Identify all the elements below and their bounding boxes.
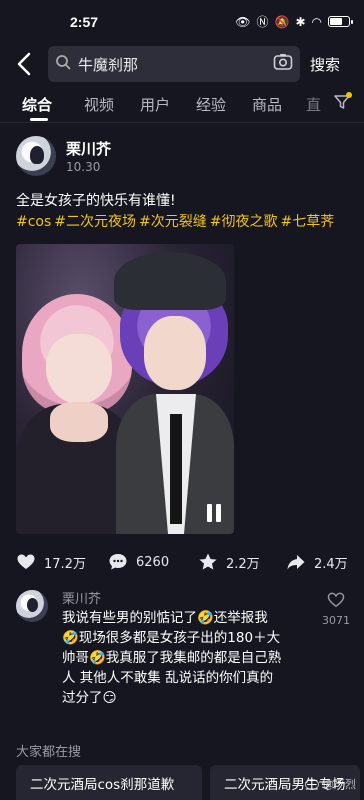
hashtag[interactable]: #次元裂缝 — [139, 214, 207, 230]
avatar[interactable] — [16, 136, 56, 176]
avatar[interactable] — [16, 590, 48, 622]
post-text: 全是女孩子的快乐有谁懂! — [16, 193, 176, 209]
post-hashtags: #cos #二次元夜场 #次元裂缝 #彻夜之歌 #七草荠 — [16, 211, 364, 233]
comment-count: 6260 — [136, 554, 170, 570]
search-icon — [48, 54, 78, 74]
search-row: 牛魔刹那 搜索 — [0, 44, 364, 84]
tab-experience[interactable]: 经验 — [196, 94, 226, 115]
back-button[interactable] — [14, 50, 40, 78]
divider — [0, 122, 364, 123]
watermark-text: @严烈 — [323, 778, 356, 791]
eye-icon: 👁 — [235, 14, 251, 29]
pause-icon[interactable] — [206, 504, 222, 522]
tab-video[interactable]: 视频 — [84, 94, 114, 115]
related-searches-title: 大家都在搜 — [16, 745, 82, 760]
post-date: 10.30 — [66, 160, 101, 174]
comment-line: 🤣现场很多都是女孩子出的180＋大 — [62, 630, 281, 646]
bluetooth-icon: ✱ — [295, 14, 306, 29]
hashtag[interactable]: #二次元夜场 — [54, 214, 136, 230]
like-button[interactable]: 17.2万 — [16, 552, 86, 572]
status-bar: 2:57 👁 Ⓝ 🔕 ✱ ◠ — [0, 0, 364, 42]
comment-like-button[interactable]: 3071 — [316, 592, 356, 627]
comment-line: 人 其他人不敢集 乱说话的你们真的 — [62, 670, 274, 686]
heart-icon — [17, 554, 35, 569]
mute-icon: 🔕 — [274, 14, 290, 29]
figure-hands — [50, 402, 108, 442]
comment-button[interactable]: 6260 — [108, 552, 169, 572]
hashtag[interactable]: #cos — [16, 214, 51, 230]
figure-cap — [114, 252, 226, 310]
filter-badge-dot — [346, 92, 352, 98]
watermark: @严烈 — [305, 776, 356, 792]
wifi-icon: ◠ — [311, 14, 322, 29]
chevron-left-icon — [17, 52, 31, 76]
status-time: 2:57 — [70, 14, 99, 30]
share-button[interactable]: 2.4万 — [286, 552, 348, 572]
favorite-button[interactable]: 2.2万 — [198, 552, 260, 572]
search-tabs: 综合 视频 用户 经验 商品 直 — [0, 90, 364, 122]
star-icon — [199, 553, 217, 570]
search-input[interactable]: 牛魔刹那 — [48, 46, 300, 82]
comment-line: 过分了😏 — [62, 690, 117, 706]
share-count: 2.4万 — [314, 556, 348, 572]
search-button[interactable]: 搜索 — [310, 54, 340, 75]
comment-like-count: 3071 — [322, 614, 350, 627]
comment-line: 我说有些男的别惦记了🤣还举报我 — [62, 610, 268, 626]
hashtag[interactable]: #七草荠 — [281, 214, 335, 230]
heart-outline-icon — [316, 592, 356, 612]
search-query: 牛魔刹那 — [78, 55, 139, 74]
share-arrow-icon — [287, 555, 305, 570]
tab-users[interactable]: 用户 — [140, 94, 170, 115]
tab-all[interactable]: 综合 — [22, 94, 52, 115]
nfc-icon: Ⓝ — [256, 15, 269, 29]
image-search-icon[interactable] — [266, 53, 300, 75]
tab-live[interactable]: 直 — [306, 94, 321, 115]
post-actions: 17.2万 6260 2.2万 2.4万 — [0, 548, 364, 576]
related-search-chip[interactable]: 二次元酒局cos刹那道歉 — [16, 765, 202, 800]
post-author[interactable]: 栗川芥 — [66, 138, 111, 159]
post-header: 栗川芥 10.30 — [16, 136, 348, 180]
hashtag[interactable]: #彻夜之歌 — [210, 214, 278, 230]
figure-face — [144, 316, 206, 390]
comment-author[interactable]: 栗川芥 — [62, 588, 101, 607]
post-video[interactable] — [16, 244, 234, 534]
like-count: 17.2万 — [44, 556, 86, 572]
tab-products[interactable]: 商品 — [252, 94, 282, 115]
battery-icon — [328, 16, 353, 27]
weibo-logo-icon — [305, 778, 319, 790]
comment-text: 我说有些男的别惦记了🤣还举报我 🤣现场很多都是女孩子出的180＋大 帅哥🤣我真服… — [62, 608, 306, 708]
comment-line: 帅哥🤣我真服了我集邮的都是自己熟 — [62, 650, 282, 666]
figure-face — [46, 334, 112, 404]
active-tab-indicator — [30, 118, 48, 121]
figure-tie — [170, 414, 182, 524]
top-comment: 栗川芥 我说有些男的别惦记了🤣还举报我 🤣现场很多都是女孩子出的180＋大 帅哥… — [16, 588, 356, 706]
comment-icon — [109, 554, 127, 570]
favorite-count: 2.2万 — [226, 556, 260, 572]
status-icons: 👁 Ⓝ 🔕 ✱ ◠ — [235, 13, 353, 30]
